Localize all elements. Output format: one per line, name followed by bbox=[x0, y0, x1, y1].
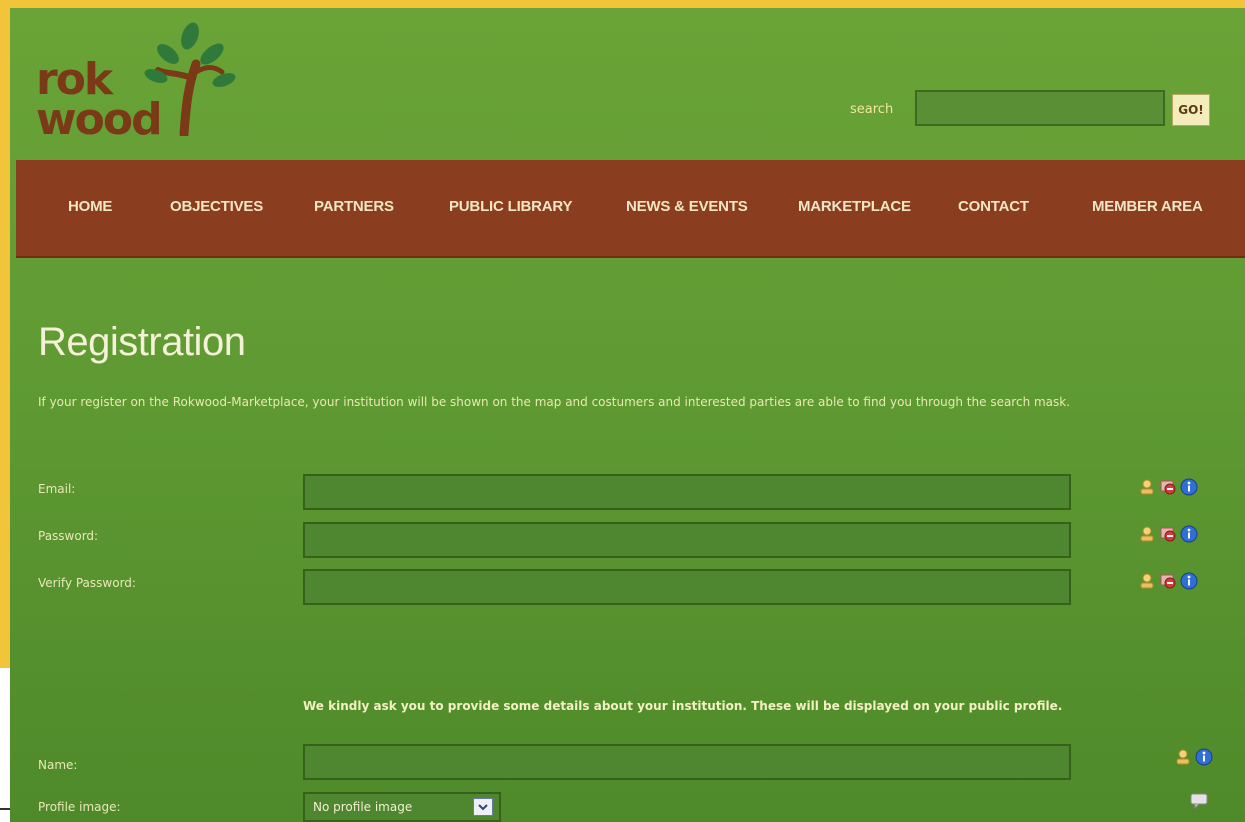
required-icon bbox=[1159, 572, 1177, 590]
user-icon bbox=[1174, 748, 1192, 766]
user-icon bbox=[1138, 572, 1156, 590]
nav-item-news-events[interactable]: NEWS & EVENTS bbox=[626, 198, 748, 215]
email-field-icons bbox=[1138, 478, 1198, 496]
rokwood-logo[interactable]: rok wood bbox=[36, 16, 236, 146]
profile-image-select[interactable]: No profile image bbox=[303, 792, 501, 822]
nav-item-member-area[interactable]: MEMBER AREA bbox=[1092, 198, 1203, 215]
info-icon[interactable] bbox=[1180, 572, 1198, 590]
nav-item-public-library[interactable]: PUBLIC LIBRARY bbox=[449, 198, 573, 215]
chevron-down-icon[interactable] bbox=[473, 798, 493, 816]
password-field-icons bbox=[1138, 525, 1198, 543]
main-nav: HOME OBJECTIVES PARTNERS PUBLIC LIBRARY … bbox=[16, 160, 1245, 256]
profile-image-label: Profile image: bbox=[38, 800, 121, 814]
user-icon bbox=[1138, 478, 1156, 496]
profile-image-icons bbox=[1190, 792, 1208, 810]
nav-item-objectives[interactable]: OBJECTIVES bbox=[170, 198, 263, 215]
user-icon bbox=[1138, 525, 1156, 543]
logo-text-line2: wood bbox=[36, 94, 163, 145]
verify-password-field[interactable] bbox=[303, 569, 1071, 605]
info-icon[interactable] bbox=[1180, 525, 1198, 543]
institution-details-note: We kindly ask you to provide some detail… bbox=[303, 699, 1063, 713]
password-field[interactable] bbox=[303, 522, 1071, 558]
info-icon[interactable] bbox=[1195, 748, 1213, 766]
required-icon bbox=[1159, 478, 1177, 496]
verify-password-field-icons bbox=[1138, 572, 1198, 590]
nav-item-partners[interactable]: PARTNERS bbox=[314, 198, 394, 215]
search-go-button[interactable]: GO! bbox=[1172, 94, 1210, 126]
intro-text: If your register on the Rokwood-Marketpl… bbox=[38, 395, 1071, 409]
email-label: Email: bbox=[38, 482, 76, 496]
page: rok wood search GO! HOME OBJECTIVES PART… bbox=[10, 8, 1245, 822]
comment-icon bbox=[1190, 792, 1208, 810]
required-icon bbox=[1159, 525, 1177, 543]
nav-item-home[interactable]: HOME bbox=[68, 198, 112, 215]
password-label: Password: bbox=[38, 529, 99, 543]
profile-image-selected: No profile image bbox=[313, 800, 413, 814]
nav-item-contact[interactable]: CONTACT bbox=[958, 198, 1029, 215]
verify-password-label: Verify Password: bbox=[38, 576, 136, 590]
nav-item-marketplace[interactable]: MARKETPLACE bbox=[798, 198, 911, 215]
name-field-icons bbox=[1174, 748, 1213, 766]
email-field[interactable] bbox=[303, 474, 1071, 510]
name-label: Name: bbox=[38, 758, 78, 772]
search-label: search bbox=[850, 102, 894, 117]
name-field[interactable] bbox=[303, 744, 1071, 780]
page-title: Registration bbox=[38, 320, 246, 364]
search-input[interactable] bbox=[915, 90, 1165, 126]
info-icon[interactable] bbox=[1180, 478, 1198, 496]
